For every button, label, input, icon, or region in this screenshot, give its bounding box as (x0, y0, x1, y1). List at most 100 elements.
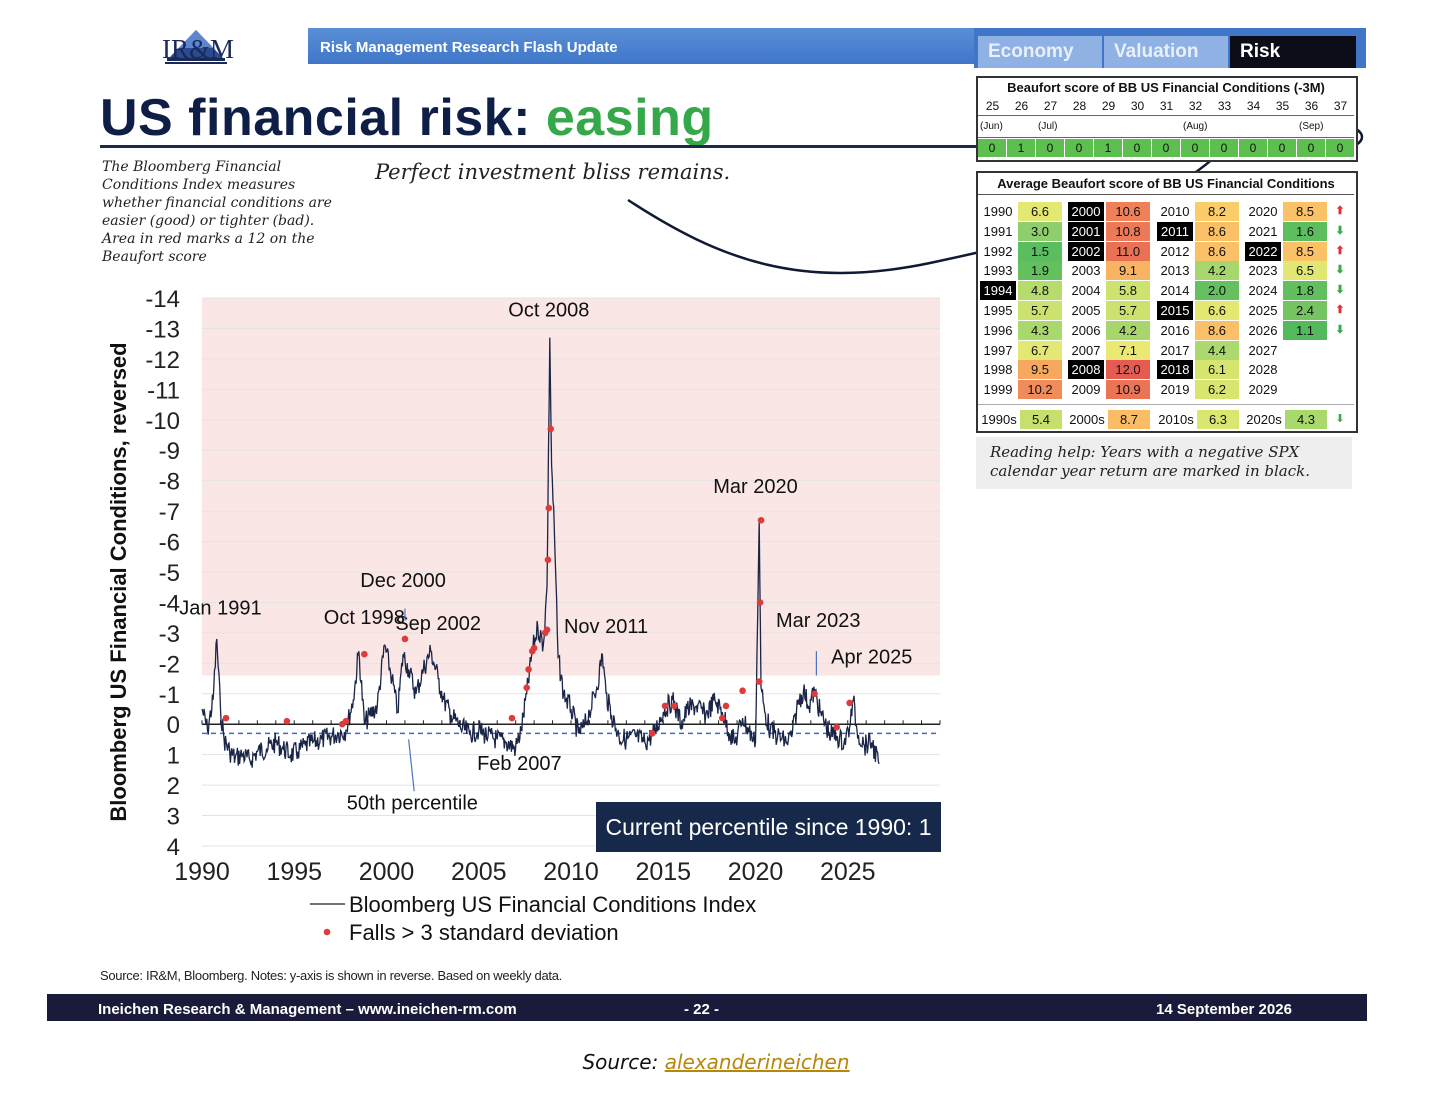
annual-table-title: Average Beaufort score of BB US Financia… (997, 176, 1335, 191)
year-label: 2011 (1157, 221, 1193, 241)
y-tick-label: -4 (159, 590, 180, 617)
year-score: 4.8 (1018, 281, 1062, 301)
week-score: 0 (1152, 139, 1180, 157)
year-score (1283, 360, 1327, 380)
y-tick-label: -11 (147, 377, 180, 404)
year-score: 8.2 (1195, 202, 1239, 221)
year-label: 2000 (1068, 202, 1104, 221)
x-tick-label: 2010 (543, 858, 599, 886)
stress-point (547, 425, 555, 433)
week-number: 33 (1217, 99, 1232, 113)
year-label: 2028 (1248, 362, 1278, 378)
year-score: 6.5 (1283, 261, 1327, 281)
arrow-up-icon: ⬆ (1335, 304, 1345, 316)
x-tick-label: 2015 (635, 858, 691, 886)
month-label: (Jun) (980, 121, 1003, 132)
tab-risk[interactable]: Risk (1230, 36, 1356, 68)
annotation-label: Dec 2000 (360, 570, 446, 592)
year-label: 2019 (1160, 382, 1190, 398)
x-tick-label: 2005 (451, 858, 507, 886)
month-label: (Aug) (1183, 121, 1208, 132)
year-label: 2007 (1071, 342, 1101, 358)
stress-point (543, 626, 551, 634)
year-label: 1999 (983, 382, 1013, 398)
annotation-label: Feb 2007 (477, 753, 562, 775)
year-label: 2010 (1160, 204, 1190, 219)
year-score: 5.8 (1106, 281, 1150, 301)
decade-score: 5.4 (1020, 410, 1062, 429)
y-tick-label: -12 (145, 347, 180, 374)
legend-dot-swatch (323, 928, 331, 936)
year-label: 2023 (1248, 263, 1278, 279)
year-score: 3.0 (1018, 221, 1062, 241)
y-tick-label: 3 (167, 804, 180, 831)
y-tick-label: -7 (159, 499, 180, 526)
stress-point (722, 702, 730, 710)
y-tick-label: -8 (159, 469, 180, 496)
year-score: 8.5 (1283, 241, 1327, 261)
year-score: 5.7 (1106, 301, 1150, 320)
year-label: 2025 (1248, 303, 1278, 318)
table-divider-decade (978, 404, 1354, 405)
annotation-label: Oct 1998 (324, 607, 405, 629)
week-number: 30 (1130, 99, 1145, 113)
annotation-label: Oct 2008 (508, 299, 589, 321)
week-score: 0 (1065, 139, 1093, 157)
week-number: 35 (1275, 99, 1290, 113)
week-score: 0 (1268, 139, 1296, 157)
x-tick-label: 1990 (174, 858, 230, 886)
year-score: 1.8 (1283, 281, 1327, 301)
annotation-label: Apr 2025 (831, 646, 912, 668)
week-number: 25 (985, 99, 1000, 113)
stress-point (811, 690, 818, 698)
decade-score: 6.3 (1197, 410, 1239, 429)
year-score: 5.7 (1018, 301, 1062, 320)
week-score: 0 (1036, 139, 1064, 157)
year-label: 2029 (1248, 382, 1278, 398)
source-link[interactable]: alexanderineichen (665, 1050, 850, 1074)
year-label: 2022 (1245, 241, 1281, 261)
y-tick-label: 2 (167, 773, 180, 800)
y-tick-label: -14 (145, 286, 180, 313)
tab-valuation[interactable]: Valuation (1104, 36, 1228, 68)
decade-label: 2020s (1246, 412, 1282, 427)
tab-economy[interactable]: Economy (978, 36, 1102, 68)
arrow-down-icon: ⬇ (1335, 284, 1345, 297)
year-score: 10.8 (1106, 221, 1150, 241)
annotation-pointer (408, 739, 415, 792)
week-number: 28 (1072, 99, 1087, 113)
logo-text: IR&M (162, 34, 235, 64)
year-score: 8.6 (1195, 221, 1239, 241)
year-score (1283, 380, 1327, 400)
week-score: 0 (1239, 139, 1267, 157)
stress-point (757, 516, 765, 524)
month-label: (Sep) (1299, 121, 1324, 132)
footer-date: 14 September 2026 (1156, 1001, 1292, 1018)
x-tick-label: 2020 (728, 858, 784, 886)
year-label: 1991 (983, 223, 1013, 239)
x-tick-label: 2025 (820, 858, 876, 886)
stress-point (361, 650, 368, 658)
year-label: 1996 (983, 322, 1013, 338)
week-number: 36 (1304, 99, 1319, 113)
year-score: 6.6 (1195, 301, 1239, 320)
year-label: 2020 (1248, 204, 1278, 219)
year-score: 6.1 (1195, 360, 1239, 380)
year-score: 1.6 (1283, 221, 1327, 241)
year-score: 6.2 (1195, 380, 1239, 400)
year-score: 8.6 (1195, 320, 1239, 340)
stress-point (283, 717, 291, 725)
legend-dots-label: Falls > 3 standard deviation (349, 920, 619, 945)
y-tick-label: -3 (159, 621, 180, 648)
year-score: 1.5 (1018, 241, 1062, 261)
arrow-down-icon: ⬇ (1335, 323, 1345, 336)
weekly-table-title: Beaufort score of BB US Financial Condit… (1007, 80, 1325, 95)
week-score: 1 (1094, 139, 1122, 157)
year-label: 2002 (1068, 241, 1104, 261)
week-score: 0 (1181, 139, 1209, 157)
y-tick-label: 1 (167, 743, 180, 770)
stress-point (545, 504, 553, 512)
year-label: 2017 (1160, 342, 1190, 358)
stress-point (525, 666, 532, 673)
year-label: 1992 (983, 243, 1013, 259)
